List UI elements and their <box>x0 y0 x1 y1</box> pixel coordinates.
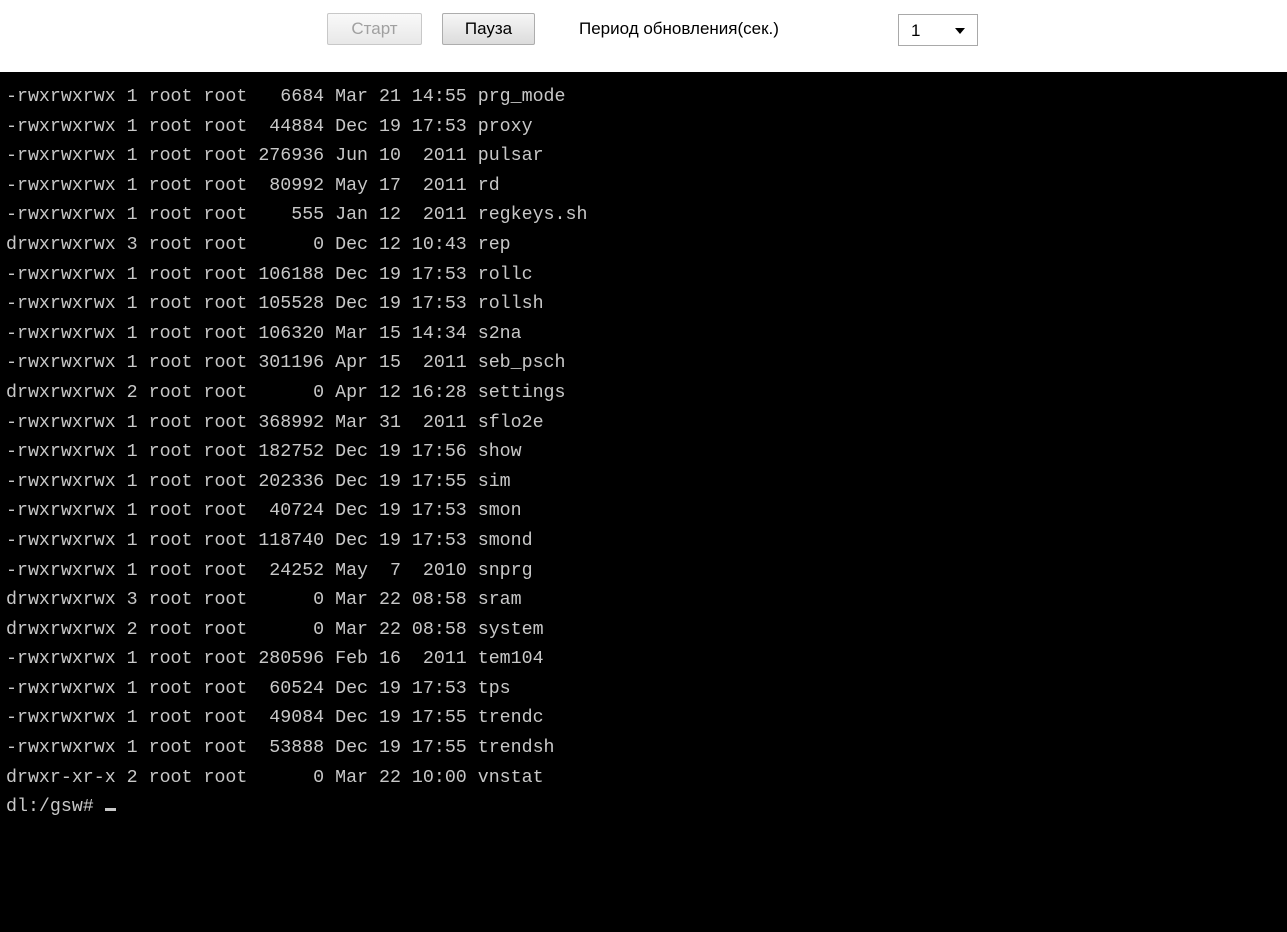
text-cursor <box>104 808 116 812</box>
terminal-line: -rwxrwxrwx 1 root root 53888 Dec 19 17:5… <box>6 738 555 759</box>
terminal-output[interactable]: -rwxrwxrwx 1 root root 6684 Mar 21 14:55… <box>0 72 1287 932</box>
start-button[interactable]: Старт <box>327 13 422 45</box>
chevron-down-icon <box>955 28 965 34</box>
shell-prompt: dl:/gsw# <box>6 797 105 818</box>
terminal-line: -rwxrwxrwx 1 root root 6684 Mar 21 14:55… <box>6 87 566 107</box>
terminal-line: drwxr-xr-x 2 root root 0 Mar 22 10:00 vn… <box>6 767 544 788</box>
terminal-line: drwxrwxrwx 2 root root 0 Mar 22 08:58 sy… <box>6 619 544 640</box>
terminal-line: -rwxrwxrwx 1 root root 24252 May 7 2010 … <box>6 560 533 581</box>
toolbar: Старт Пауза Период обновления(сек.) 1 <box>0 0 1287 72</box>
terminal-line: -rwxrwxrwx 1 root root 555 Jan 12 2011 r… <box>6 205 588 226</box>
terminal-line: drwxrwxrwx 2 root root 0 Apr 12 16:28 se… <box>6 382 566 403</box>
terminal-line: -rwxrwxrwx 1 root root 118740 Dec 19 17:… <box>6 530 533 551</box>
terminal-line: -rwxrwxrwx 1 root root 40724 Dec 19 17:5… <box>6 501 522 522</box>
terminal-line: -rwxrwxrwx 1 root root 280596 Feb 16 201… <box>6 649 544 670</box>
pause-button[interactable]: Пауза <box>442 13 535 45</box>
terminal-line: -rwxrwxrwx 1 root root 105528 Dec 19 17:… <box>6 294 544 315</box>
terminal-line: -rwxrwxrwx 1 root root 368992 Mar 31 201… <box>6 412 544 433</box>
refresh-period-label: Период обновления(сек.) <box>579 19 779 38</box>
terminal-line: -rwxrwxrwx 1 root root 60524 Dec 19 17:5… <box>6 678 511 699</box>
terminal-line: -rwxrwxrwx 1 root root 301196 Apr 15 201… <box>6 353 566 374</box>
terminal-line: drwxrwxrwx 3 root root 0 Mar 22 08:58 sr… <box>6 590 522 611</box>
terminal-line: -rwxrwxrwx 1 root root 182752 Dec 19 17:… <box>6 442 522 463</box>
terminal-line: drwxrwxrwx 3 root root 0 Dec 12 10:43 re… <box>6 234 511 255</box>
refresh-period-value: 1 <box>911 21 921 40</box>
terminal-line: -rwxrwxrwx 1 root root 106188 Dec 19 17:… <box>6 264 533 285</box>
refresh-period-select[interactable]: 1 <box>898 14 978 46</box>
terminal-line: -rwxrwxrwx 1 root root 49084 Dec 19 17:5… <box>6 708 544 729</box>
terminal-line: -rwxrwxrwx 1 root root 276936 Jun 10 201… <box>6 146 544 167</box>
terminal-line: -rwxrwxrwx 1 root root 106320 Mar 15 14:… <box>6 323 522 344</box>
terminal-line: -rwxrwxrwx 1 root root 80992 May 17 2011… <box>6 175 500 196</box>
terminal-line: -rwxrwxrwx 1 root root 202336 Dec 19 17:… <box>6 471 511 492</box>
terminal-prompt-line[interactable]: dl:/gsw# <box>6 793 1287 823</box>
terminal-line: -rwxrwxrwx 1 root root 44884 Dec 19 17:5… <box>6 116 533 137</box>
